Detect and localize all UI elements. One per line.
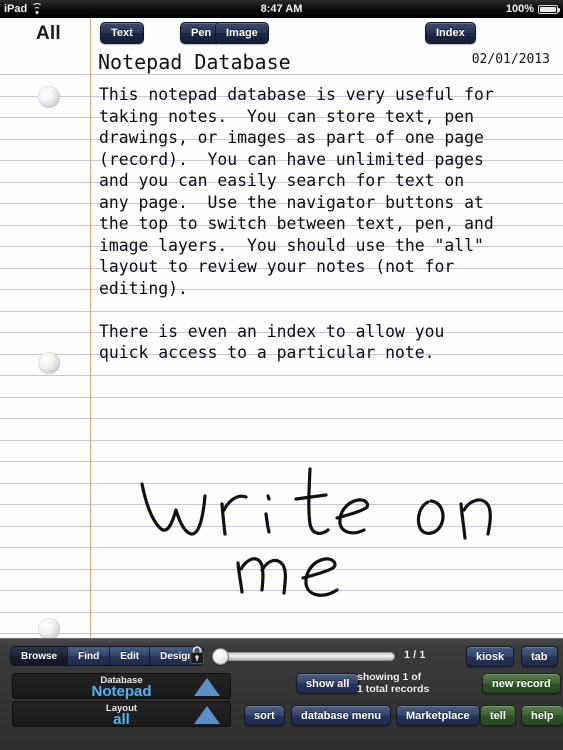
- page-slider[interactable]: [212, 648, 395, 665]
- record-body-text[interactable]: This notepad database is very useful for…: [99, 84, 559, 364]
- rule-line: [0, 569, 563, 570]
- rule-line: [0, 461, 563, 462]
- ios-status-bar: iPad 8:47 AM 100%: [0, 0, 563, 18]
- rule-line: [0, 526, 563, 527]
- page-slider-knob[interactable]: [212, 648, 229, 665]
- mode-segmented-control[interactable]: Browse Find Edit Design: [10, 646, 205, 666]
- database-selector-triangle-icon[interactable]: [194, 678, 220, 696]
- record-body-paragraph-1: This notepad database is very useful for…: [99, 85, 494, 298]
- record-count-status: showing 1 of 1 total records: [357, 671, 477, 695]
- record-count-line2: 1 total records: [357, 683, 430, 695]
- layout-selector-triangle-icon[interactable]: [194, 706, 220, 724]
- margin-line: [90, 18, 91, 638]
- help-button[interactable]: help: [521, 705, 563, 726]
- record-date[interactable]: 02/01/2013: [472, 52, 550, 67]
- show-all-button[interactable]: show all: [296, 673, 360, 694]
- kiosk-button[interactable]: kiosk: [466, 646, 515, 667]
- database-selector[interactable]: Database Notepad: [12, 673, 231, 700]
- layout-selector[interactable]: Layout all: [12, 701, 231, 728]
- rule-line: [0, 375, 563, 376]
- rule-line: [0, 397, 563, 398]
- rule-line: [0, 547, 563, 548]
- mode-button-find[interactable]: Find: [68, 647, 111, 665]
- record-body-paragraph-2: There is even an index to allow you quic…: [99, 321, 445, 363]
- rule-line: [0, 612, 563, 613]
- binder-hole: [38, 352, 60, 374]
- record-title[interactable]: Notepad Database: [98, 50, 291, 74]
- rule-line: [0, 633, 563, 634]
- page-slider-track[interactable]: [212, 652, 395, 661]
- record-toolbar: All: [0, 18, 563, 52]
- rule-line: [0, 483, 563, 484]
- control-panel: Browse Find Edit Design 1 / 1 kiosk tab …: [0, 638, 563, 750]
- binder-hole: [38, 86, 60, 108]
- clock: 8:47 AM: [260, 3, 303, 15]
- app-window: iPad 8:47 AM 100% All Text Pen Image Ind…: [0, 0, 563, 750]
- layout-name-label: All: [36, 23, 61, 44]
- rule-line: [0, 74, 563, 75]
- status-right: 100%: [505, 3, 560, 15]
- battery-percent: 100%: [505, 3, 534, 15]
- mode-button-browse[interactable]: Browse: [11, 647, 69, 665]
- binder-hole: [38, 618, 60, 638]
- rule-line: [0, 590, 563, 591]
- new-record-button[interactable]: new record: [482, 673, 561, 694]
- record-count-line1: showing 1 of: [357, 671, 422, 683]
- marketplace-button[interactable]: Marketplace: [396, 705, 480, 726]
- tell-button[interactable]: tell: [480, 705, 516, 726]
- lock-icon[interactable]: [190, 646, 204, 664]
- page-indicator: 1 / 1: [404, 649, 426, 661]
- battery-full-icon: [538, 4, 560, 14]
- sort-button[interactable]: sort: [244, 705, 285, 726]
- tab-button[interactable]: tab: [521, 646, 558, 667]
- mode-button-edit[interactable]: Edit: [110, 647, 151, 665]
- rule-line: [0, 504, 563, 505]
- database-menu-button[interactable]: database menu: [291, 705, 392, 726]
- rule-line: [0, 418, 563, 419]
- rule-line: [0, 440, 563, 441]
